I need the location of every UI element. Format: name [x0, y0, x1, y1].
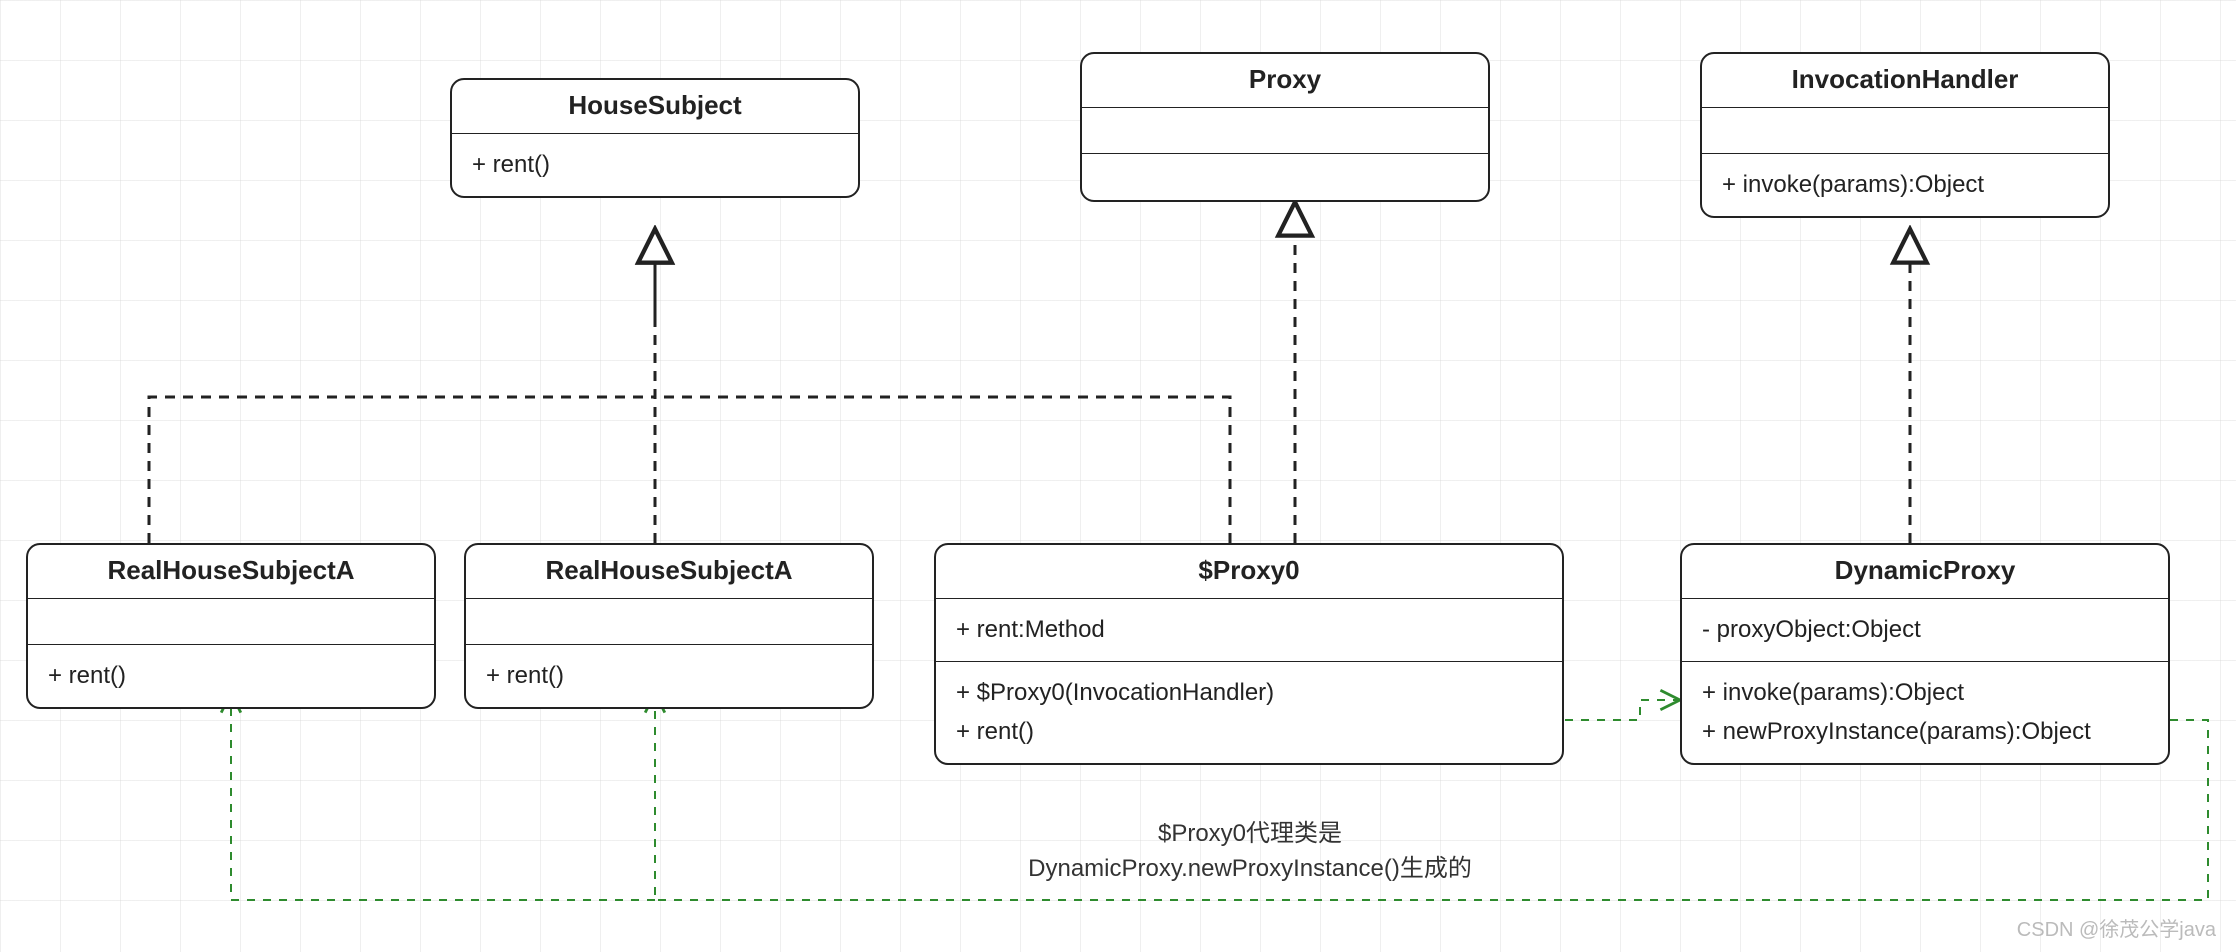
- class-empty-compartment: [1082, 108, 1488, 154]
- class-methods: + rent(): [28, 645, 434, 707]
- class-empty-compartment: [1702, 108, 2108, 154]
- class-method: + newProxyInstance(params):Object: [1702, 713, 2148, 751]
- class-fields: - proxyObject:Object: [1682, 599, 2168, 662]
- class-methods: + invoke(params):Object + newProxyInstan…: [1682, 662, 2168, 763]
- watermark: CSDN @徐茂公学java: [2017, 913, 2216, 942]
- note-line: $Proxy0代理类是: [910, 813, 1590, 848]
- class-houseSubject: HouseSubject + rent(): [450, 78, 860, 198]
- class-title: RealHouseSubjectA: [28, 545, 434, 599]
- note-line: DynamicProxy.newProxyInstance()生成的: [910, 848, 1590, 883]
- class-realA1: RealHouseSubjectA + rent(): [26, 543, 436, 709]
- class-dynamicProxy: DynamicProxy - proxyObject:Object + invo…: [1680, 543, 2170, 765]
- conn-proxy0-to-dynamic: [1565, 700, 1680, 720]
- class-title: InvocationHandler: [1702, 54, 2108, 108]
- class-title: RealHouseSubjectA: [466, 545, 872, 599]
- class-invocationHandler: InvocationHandler + invoke(params):Objec…: [1700, 52, 2110, 218]
- class-fields: + rent:Method: [936, 599, 1562, 662]
- class-empty-compartment: [1082, 154, 1488, 200]
- class-title: Proxy: [1082, 54, 1488, 108]
- class-realA2: RealHouseSubjectA + rent(): [464, 543, 874, 709]
- conn-proxy0-to-houseSubject: [655, 397, 1230, 543]
- class-method: + $Proxy0(InvocationHandler): [956, 674, 1542, 712]
- class-method: + invoke(params):Object: [1702, 674, 2148, 712]
- class-methods: + invoke(params):Object: [1702, 154, 2108, 216]
- diagram-note: $Proxy0代理类是 DynamicProxy.newProxyInstanc…: [910, 813, 1590, 883]
- class-method: + rent(): [956, 713, 1542, 751]
- class-empty-compartment: [28, 599, 434, 645]
- class-title: HouseSubject: [452, 80, 858, 134]
- class-methods: + rent(): [466, 645, 872, 707]
- class-empty-compartment: [466, 599, 872, 645]
- class-title: $Proxy0: [936, 545, 1562, 599]
- class-proxy: Proxy: [1080, 52, 1490, 202]
- class-title: DynamicProxy: [1682, 545, 2168, 599]
- conn-realA1-to-houseSubject: [149, 397, 655, 543]
- class-methods: + rent(): [452, 134, 858, 196]
- conn-dynamic-to-realA1: [231, 693, 655, 900]
- class-methods: + $Proxy0(InvocationHandler) + rent(): [936, 662, 1562, 763]
- class-proxy0: $Proxy0 + rent:Method + $Proxy0(Invocati…: [934, 543, 1564, 765]
